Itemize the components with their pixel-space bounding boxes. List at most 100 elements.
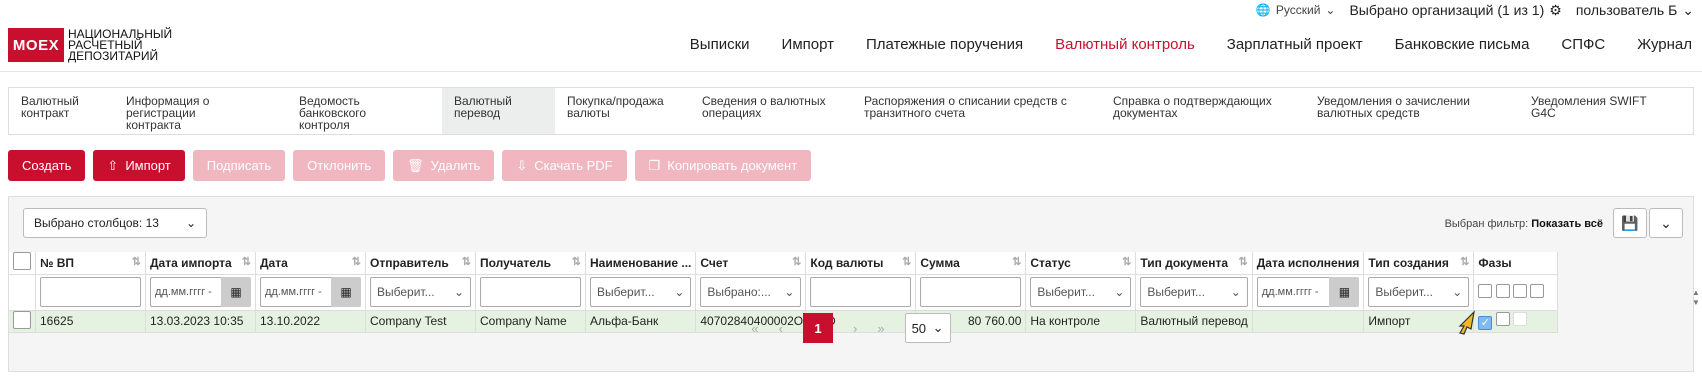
scroll-up-icon: ▲ <box>1692 288 1700 297</box>
filter-date[interactable]: дд.мм.гггг - ▦ <box>260 277 361 307</box>
col-header[interactable]: Отправитель ⇅ <box>365 252 476 275</box>
phase-filter-checkbox[interactable] <box>1513 283 1528 298</box>
col-header[interactable]: Сумма ⇅ <box>915 252 1027 275</box>
save-icon: 💾 <box>1621 214 1639 231</box>
chevron-down-icon: ⌄ <box>784 285 795 299</box>
col-header[interactable]: Тип создания ⇅ <box>1363 252 1475 275</box>
nav-statements[interactable]: Выписки <box>690 36 750 53</box>
filter-number[interactable] <box>40 277 141 307</box>
filter-amount[interactable] <box>920 277 1022 307</box>
col-header[interactable]: Дата исполнения <box>1252 252 1365 275</box>
nav-spfs[interactable]: СПФС <box>1561 36 1605 53</box>
tab-currency-contract[interactable]: Валютный контракт <box>9 88 114 134</box>
col-header[interactable]: Тип документа ⇅ <box>1135 252 1253 275</box>
calendar-icon: ▦ <box>221 277 251 307</box>
pagination: « ‹ 1 › » 50 ⌄ <box>9 313 1693 343</box>
header: MOEX Национальный расчетный депозитарий Вы… <box>0 22 1702 72</box>
globe-icon: 🌐 <box>1255 3 1271 17</box>
phase-filter-checkbox[interactable] <box>1495 283 1510 298</box>
filter-creation-type[interactable]: Выберит... ⌄ <box>1368 277 1470 307</box>
top-bar: 🌐 Русский ⌄ Выбрано организаций (1 из 1)… <box>0 0 1702 20</box>
import-button[interactable]: ⇧ Импорт <box>93 150 185 181</box>
chevron-down-icon: ⌄ <box>1660 214 1672 231</box>
chevron-down-icon: ⌄ <box>674 285 685 299</box>
gear-icon[interactable]: ⚙ <box>1549 2 1562 19</box>
reject-button[interactable]: Отклонить <box>293 150 386 181</box>
sort-icon: ⇅ <box>461 256 471 268</box>
phase-filter-checkbox[interactable] <box>1478 283 1493 298</box>
select-all-header <box>9 252 36 275</box>
col-header[interactable]: Наименование ... <box>585 252 697 275</box>
nav-salary-project[interactable]: Зарплатный проект <box>1227 36 1363 53</box>
scrollbar[interactable]: ▲ ▼ <box>1690 288 1702 308</box>
filter-sender[interactable]: Выберит... ⌄ <box>370 277 471 307</box>
next-page-button[interactable]: › <box>853 321 857 336</box>
filter-menu-button[interactable]: ⌄ <box>1649 208 1683 238</box>
sign-button[interactable]: Подписать <box>192 150 286 181</box>
chevron-down-icon: ⌄ <box>453 285 464 299</box>
nav-currency-control[interactable]: Валютный контроль <box>1055 36 1195 53</box>
filter-currency[interactable] <box>810 277 912 307</box>
page-size-select[interactable]: 50 ⌄ <box>904 313 951 343</box>
filter-bank-name[interactable]: Выберит... ⌄ <box>590 277 692 307</box>
chevron-down-icon: ⌄ <box>1682 1 1694 18</box>
first-page-button[interactable]: « <box>751 321 758 336</box>
copy-document-button[interactable]: ❐ Копировать документ <box>634 150 812 181</box>
filter-exec-date[interactable]: дд.мм.гггг - ▦ <box>1256 277 1360 307</box>
org-selector[interactable]: Выбрано организаций (1 из 1) ⚙ <box>1349 2 1561 19</box>
col-header[interactable]: Получатель ⇅ <box>475 252 586 275</box>
chevron-down-icon: ⌄ <box>1325 3 1336 17</box>
nav-bank-letters[interactable]: Банковские письма <box>1395 36 1530 53</box>
calendar-icon: ▦ <box>1329 277 1360 307</box>
tab-transit-account-orders[interactable]: Распоряжения о списании средств с транзит… <box>852 88 1101 134</box>
sort-icon: ⇅ <box>792 256 802 268</box>
nav-payment-orders[interactable]: Платежные поручения <box>866 36 1023 53</box>
filter-account[interactable]: Выбрано:... ⌄ <box>700 277 802 307</box>
language-selector[interactable]: 🌐 Русский ⌄ <box>1256 3 1336 17</box>
save-filter-button[interactable]: 💾 <box>1613 208 1647 238</box>
columns-selector[interactable]: Выбрано столбцов: 13 ⌄ <box>23 208 207 238</box>
user-menu[interactable]: пользователь Б ⌄ <box>1576 2 1694 19</box>
chevron-down-icon: ⌄ <box>1230 285 1241 299</box>
tab-bank-control-sheet[interactable]: Ведомость банковского контроля <box>287 88 442 134</box>
chevron-down-icon: ⌄ <box>932 320 944 335</box>
sort-icon: ⇅ <box>131 256 141 268</box>
col-header[interactable]: Дата импорта ⇅ <box>145 252 256 275</box>
nav-import[interactable]: Импорт <box>782 36 834 53</box>
col-header[interactable]: Статус ⇅ <box>1025 252 1137 275</box>
tab-currency-operations[interactable]: Сведения о валютных операциях <box>690 88 852 134</box>
col-header[interactable]: № ВП ⇅ <box>35 252 146 275</box>
chevron-down-icon: ⌄ <box>1452 285 1463 299</box>
create-button[interactable]: Создать <box>8 150 86 181</box>
download-pdf-button[interactable]: ⇩ Скачать PDF <box>502 150 627 181</box>
current-page[interactable]: 1 <box>803 313 833 343</box>
sort-icon: ⇅ <box>571 256 581 268</box>
logo[interactable]: MOEX Национальный расчетный депозитарий <box>8 28 188 62</box>
tab-currency-credit-notices[interactable]: Уведомления о зачислении валютных средств <box>1305 88 1519 134</box>
tab-swift-notices[interactable]: Уведомления SWIFT G4C <box>1519 88 1679 134</box>
download-icon: ⇩ <box>516 157 528 173</box>
tab-currency-transfer[interactable]: Валютный перевод <box>442 88 555 134</box>
tab-supporting-documents[interactable]: Справка о подтверждающих документах <box>1101 88 1305 134</box>
chevron-down-icon: ⌄ <box>185 216 196 230</box>
last-page-button[interactable]: » <box>877 321 884 336</box>
col-header[interactable]: Дата ⇅ <box>255 252 366 275</box>
filter-status[interactable]: Выберит... ⌄ <box>1030 277 1132 307</box>
tab-contract-registration[interactable]: Информация о регистрации контракта <box>114 88 287 134</box>
col-header[interactable]: Счет ⇅ <box>695 252 807 275</box>
tab-currency-exchange[interactable]: Покупка/продажа валюты <box>555 88 690 134</box>
nav-journal[interactable]: Журнал <box>1637 36 1692 53</box>
phase-filter-checkbox[interactable] <box>1530 283 1545 298</box>
select-all-checkbox[interactable] <box>13 252 31 271</box>
calendar-icon: ▦ <box>331 277 361 307</box>
delete-button[interactable]: 🗑 Удалить <box>393 150 495 181</box>
filter-import-date[interactable]: дд.мм.гггг - ▦ <box>150 277 251 307</box>
filter-info: Выбран фильтр: Показать всё <box>1444 218 1603 230</box>
col-header[interactable]: Код валюты ⇅ <box>805 252 917 275</box>
filter-doc-type[interactable]: Выберит... ⌄ <box>1140 277 1248 307</box>
prev-page-button[interactable]: ‹ <box>779 321 783 336</box>
filter-receiver[interactable] <box>480 277 581 307</box>
sort-icon: ⇅ <box>351 256 361 268</box>
toolbar: Создать ⇧ Импорт Подписать Отклонить 🗑 Уда… <box>8 150 812 181</box>
sort-icon: ⇅ <box>1012 256 1022 268</box>
